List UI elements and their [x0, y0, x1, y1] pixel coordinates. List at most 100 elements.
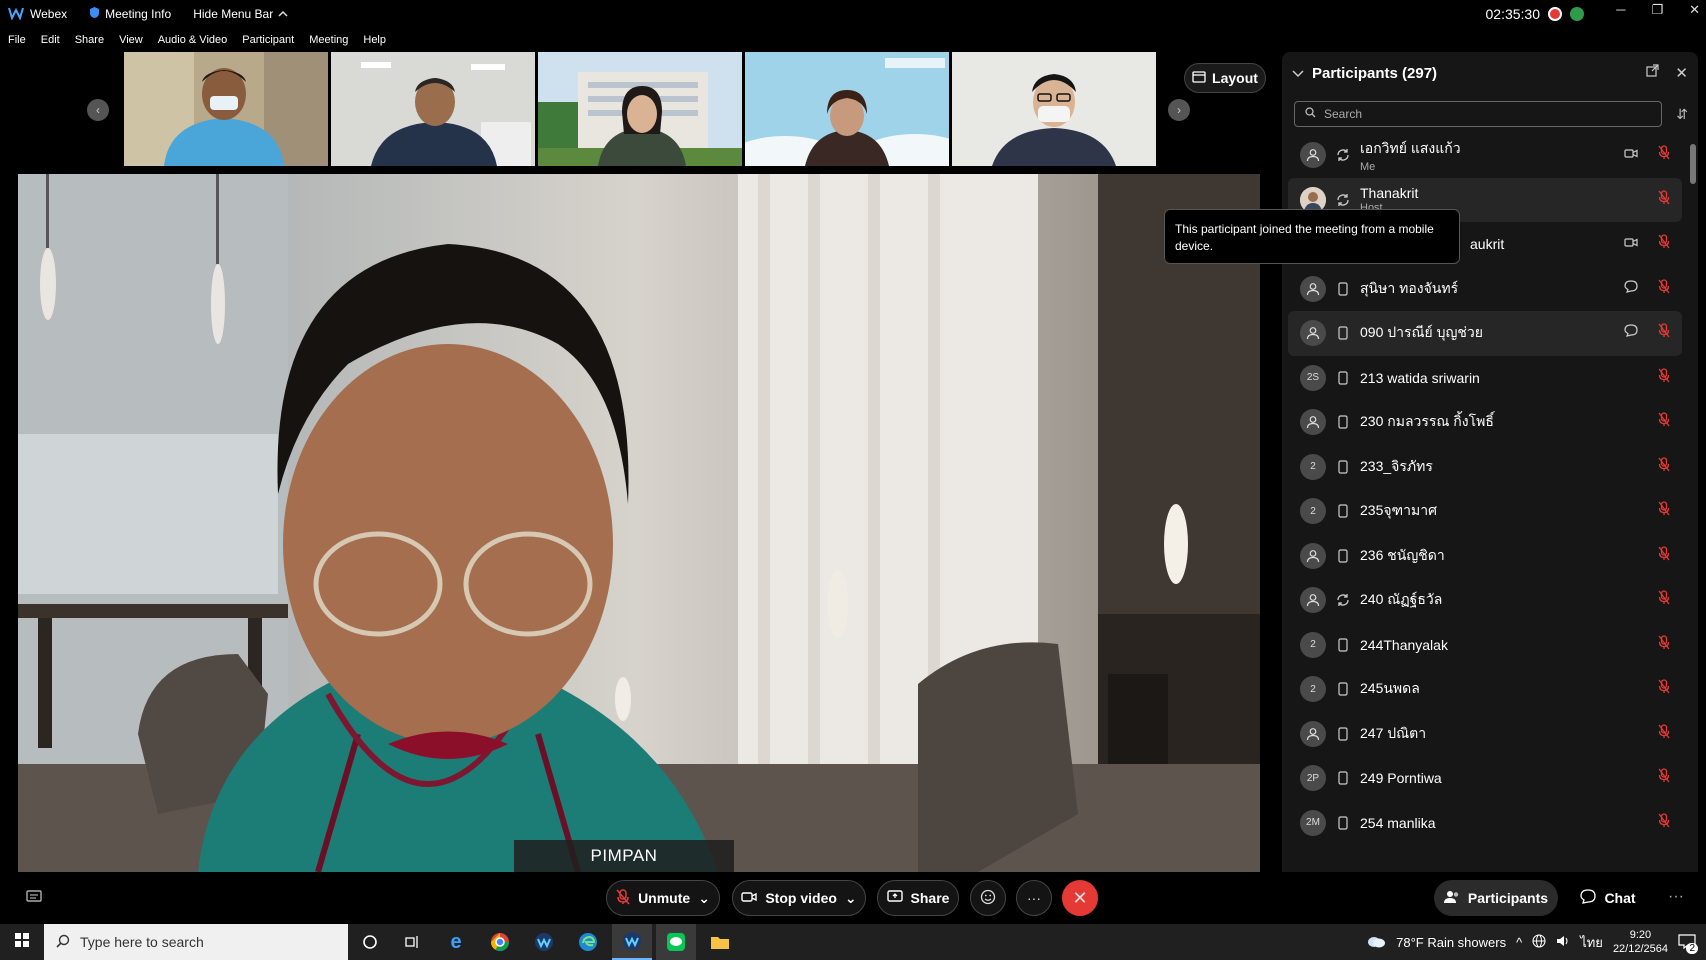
muted-mic-icon[interactable] — [1658, 190, 1670, 210]
menu-view[interactable]: View — [119, 34, 143, 46]
participant-row[interactable]: 247 ปณิตา — [1288, 712, 1682, 757]
network-status-icon[interactable] — [1570, 7, 1584, 21]
participant-search-input[interactable]: Search — [1294, 101, 1662, 127]
tray-overflow-chevron-icon[interactable]: ^ — [1516, 935, 1522, 950]
muted-mic-icon[interactable] — [1658, 279, 1670, 299]
stop-video-button[interactable]: Stop video ⌄ — [732, 880, 866, 916]
webex-taskbar-icon[interactable] — [524, 924, 564, 960]
video-on-icon[interactable] — [1624, 235, 1638, 253]
participants-toggle-button[interactable]: Participants — [1434, 880, 1558, 916]
muted-mic-icon[interactable] — [1658, 590, 1670, 610]
recording-icon[interactable] — [1548, 7, 1562, 21]
popout-icon[interactable] — [1646, 64, 1660, 82]
webex-active-icon[interactable] — [612, 924, 652, 960]
muted-mic-icon[interactable] — [1658, 813, 1670, 833]
muted-mic-icon[interactable] — [1658, 501, 1670, 521]
weather-cloud-icon[interactable] — [1366, 934, 1386, 951]
participant-row[interactable]: สุนิษา ทองจันทร์ — [1288, 267, 1682, 312]
muted-mic-icon[interactable] — [1658, 234, 1670, 254]
participant-row[interactable]: 2 245นพดล — [1288, 667, 1682, 712]
internet-explorer-icon[interactable]: e — [436, 924, 476, 960]
chat-bubble-icon[interactable] — [1624, 280, 1638, 298]
strip-next-button[interactable]: › — [1168, 99, 1190, 121]
panel-close-icon[interactable]: ✕ — [1675, 64, 1688, 82]
muted-mic-icon[interactable] — [1658, 679, 1670, 699]
edge-icon[interactable] — [568, 924, 608, 960]
stop-video-label: Stop video — [765, 890, 837, 906]
sort-icon[interactable]: ⇵ — [1676, 106, 1688, 123]
scrollbar-thumb[interactable] — [1690, 144, 1696, 184]
muted-mic-icon[interactable] — [1658, 635, 1670, 655]
speaker-volume-icon[interactable] — [1556, 934, 1570, 951]
participant-row[interactable]: 2M 254 manlika — [1288, 801, 1682, 846]
menu-file[interactable]: File — [8, 34, 26, 46]
muted-mic-icon[interactable] — [1658, 457, 1670, 477]
muted-mic-icon[interactable] — [1658, 145, 1670, 165]
participant-row[interactable]: 2P 249 Porntiwa — [1288, 756, 1682, 801]
video-thumbnail[interactable] — [745, 52, 949, 166]
meeting-info-button[interactable]: Meeting Info — [89, 6, 171, 22]
task-view-icon[interactable] — [392, 924, 432, 960]
minimize-icon[interactable]: ─ — [1616, 2, 1625, 18]
app-brand: Webex — [8, 6, 67, 23]
input-language[interactable]: ไทย — [1580, 932, 1603, 953]
chrome-icon[interactable] — [480, 924, 520, 960]
participant-row[interactable]: 2 235จุฑามาศ — [1288, 489, 1682, 534]
muted-mic-icon[interactable] — [1658, 323, 1670, 343]
captions-icon[interactable] — [26, 890, 42, 909]
end-call-button[interactable]: ✕ — [1062, 880, 1098, 916]
menu-audio-video[interactable]: Audio & Video — [158, 34, 228, 46]
chevron-down-icon[interactable]: ⌄ — [698, 890, 710, 907]
share-button[interactable]: Share — [877, 880, 959, 916]
collapse-chevron-icon[interactable] — [1292, 65, 1304, 82]
chat-label: Chat — [1604, 890, 1636, 906]
chat-bubble-icon[interactable] — [1624, 324, 1638, 342]
muted-mic-icon[interactable] — [1658, 768, 1670, 788]
notification-center-icon[interactable]: 2 — [1678, 933, 1698, 954]
unmute-button[interactable]: Unmute ⌄ — [606, 880, 720, 916]
participant-row[interactable]: 2 233_จิรภัทร — [1288, 445, 1682, 490]
active-speaker-video[interactable]: PIMPAN — [18, 174, 1260, 872]
muted-mic-icon[interactable] — [1658, 546, 1670, 566]
menu-help[interactable]: Help — [363, 34, 386, 46]
line-app-icon[interactable] — [656, 924, 696, 960]
muted-mic-icon[interactable] — [1658, 368, 1670, 388]
muted-mic-icon[interactable] — [1658, 412, 1670, 432]
taskbar-clock[interactable]: 9:20 22/12/2564 — [1613, 928, 1668, 956]
network-globe-icon[interactable] — [1532, 933, 1546, 951]
participant-row[interactable]: 090 ปารณีย์ บุญช่วย — [1288, 311, 1682, 356]
close-icon[interactable]: ✕ — [1689, 2, 1700, 18]
video-thumbnail[interactable] — [124, 52, 328, 166]
mobile-device-tooltip: This participant joined the meeting from… — [1164, 209, 1460, 264]
video-thumbnail[interactable] — [952, 52, 1156, 166]
participant-row[interactable]: 240 ณัฏฐ์ธวัล — [1288, 578, 1682, 623]
participant-row[interactable]: 230 กมลวรรณ กิ้งโพธิ์ — [1288, 400, 1682, 445]
menu-participant[interactable]: Participant — [242, 34, 294, 46]
participant-list-scrollbar[interactable] — [1688, 132, 1696, 868]
participant-row[interactable]: 2 244Thanyalak — [1288, 623, 1682, 668]
hide-menu-bar-button[interactable]: Hide Menu Bar — [193, 7, 288, 21]
more-options-button[interactable]: ··· — [1016, 880, 1052, 916]
menu-share[interactable]: Share — [75, 34, 104, 46]
cortana-icon[interactable] — [350, 924, 390, 960]
muted-mic-icon[interactable] — [1658, 724, 1670, 744]
restore-icon[interactable]: ❐ — [1651, 2, 1663, 18]
reactions-button[interactable] — [970, 880, 1006, 916]
weather-text[interactable]: 78°F Rain showers — [1396, 935, 1506, 950]
participant-row[interactable]: 2S 213 watida sriwarin — [1288, 356, 1682, 401]
participant-row[interactable]: เอกวิทย์ แสงแก้ว Me — [1288, 133, 1682, 178]
chat-toggle-button[interactable]: Chat — [1570, 880, 1646, 916]
taskbar-search-input[interactable]: Type here to search — [44, 924, 348, 960]
video-thumbnail[interactable] — [538, 52, 742, 166]
video-on-icon[interactable] — [1624, 146, 1638, 164]
chevron-down-icon[interactable]: ⌄ — [845, 890, 857, 907]
participant-row[interactable]: 236 ชนัญชิดา — [1288, 534, 1682, 579]
menu-edit[interactable]: Edit — [41, 34, 60, 46]
file-explorer-icon[interactable] — [700, 924, 740, 960]
video-thumbnail[interactable] — [331, 52, 535, 166]
panel-more-icon[interactable]: ··· — [1668, 888, 1684, 906]
start-button[interactable] — [2, 924, 42, 960]
menu-meeting[interactable]: Meeting — [309, 34, 348, 46]
strip-prev-button[interactable]: ‹ — [87, 99, 109, 121]
layout-button[interactable]: Layout — [1184, 63, 1266, 93]
